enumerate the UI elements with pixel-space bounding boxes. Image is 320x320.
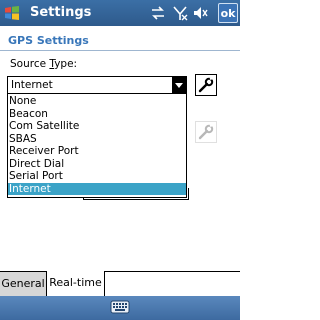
- tab-general[interactable]: General: [0, 272, 47, 296]
- dropdown-option[interactable]: SBAS: [8, 133, 186, 146]
- signal-off-icon[interactable]: [172, 5, 188, 25]
- dropdown-option[interactable]: Beacon: [8, 108, 186, 121]
- volume-mute-icon[interactable]: [192, 5, 208, 25]
- wrench-icon: [198, 124, 214, 140]
- dropdown-option[interactable]: Receiver Port: [8, 145, 186, 158]
- configure-source-button[interactable]: [195, 74, 217, 96]
- dropdown-option-selected[interactable]: Internet: [8, 182, 186, 195]
- source-type-select[interactable]: Internet: [7, 76, 187, 94]
- windows-logo-icon[interactable]: [4, 5, 20, 21]
- page-title: GPS Settings: [8, 34, 89, 47]
- source-type-dropdown-list[interactable]: None Beacon Com Satellite SBAS Receiver …: [7, 94, 187, 198]
- configure-disabled-button[interactable]: [195, 121, 217, 143]
- dropdown-option[interactable]: Direct Dial: [8, 158, 186, 171]
- source-type-value: Internet: [11, 79, 53, 91]
- header-divider: [0, 50, 240, 51]
- keyboard-icon[interactable]: [110, 299, 130, 315]
- dropdown-option[interactable]: Serial Port: [8, 170, 186, 183]
- wrench-icon: [198, 77, 214, 93]
- dropdown-option[interactable]: None: [8, 95, 186, 108]
- dropdown-arrow-icon[interactable]: [172, 77, 186, 93]
- sync-icon[interactable]: [150, 5, 166, 25]
- title-bar: Settings ok: [0, 0, 240, 26]
- dropdown-option[interactable]: Com Satellite: [8, 120, 186, 133]
- ok-button[interactable]: ok: [218, 3, 238, 23]
- window-title: Settings: [30, 5, 92, 20]
- source-type-label: Source Type:: [10, 58, 78, 70]
- softkey-bar: [0, 296, 240, 320]
- tab-real-time[interactable]: Real-time: [47, 271, 105, 297]
- tab-bar: General Real-time: [0, 271, 240, 297]
